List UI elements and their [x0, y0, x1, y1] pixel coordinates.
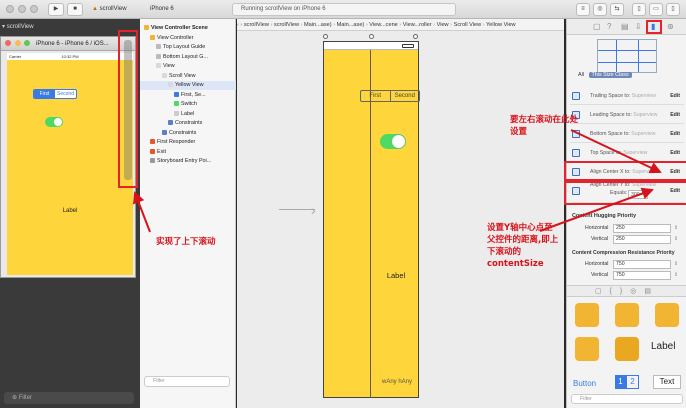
note-horizontal-scroll: 要左右滚动在此处设置: [510, 115, 579, 137]
arrow-to-center-x: [570, 129, 662, 174]
arrow-to-scrollbar: [132, 191, 151, 233]
note-center-y: 设置Y轴中心点至父控件的距离,即上下滚动的contentSize: [487, 223, 559, 269]
note-vertical-scroll: 实现了上下滚动: [156, 237, 216, 247]
annotation-arrows: [132, 129, 662, 233]
